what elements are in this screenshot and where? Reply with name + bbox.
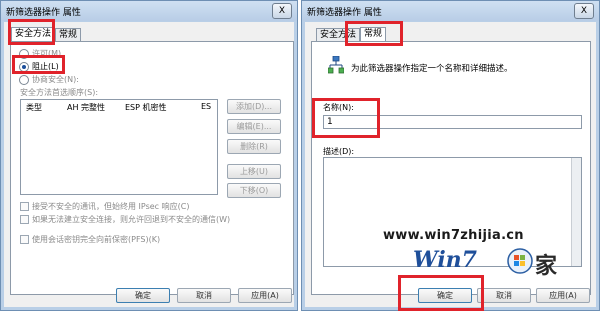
move-up-button[interactable]: 上移(U) [227, 164, 281, 179]
highlight-block-option [12, 55, 65, 74]
highlight-ok-button [398, 275, 484, 311]
fallback-unsecured-checkbox[interactable] [20, 215, 29, 224]
method-list[interactable]: 类型 AH 完整性 ESP 机密性 ES [20, 99, 218, 195]
column-esp-confidentiality: ESP 机密性 [125, 103, 167, 112]
watermark-logo: Win7 [413, 247, 477, 273]
column-esp-integrity: ES [201, 102, 212, 111]
tab-general[interactable]: 常规 [55, 28, 82, 42]
left-title-bar: 新筛选器操作 属性 X [1, 1, 297, 21]
cancel-button-right[interactable]: 取消 [477, 288, 531, 303]
left-close-button[interactable]: X [272, 3, 292, 19]
cancel-button[interactable]: 取消 [177, 288, 231, 303]
edit-button[interactable]: 编辑(E)... [227, 119, 281, 134]
watermark-logo-text: Win7 [413, 247, 477, 273]
column-ah-integrity: AH 完整性 [67, 103, 106, 112]
watermark-logo-suffix: 家 [535, 253, 558, 279]
ok-button[interactable]: 确定 [116, 288, 170, 303]
windows-flag-icon [507, 248, 533, 274]
watermark-url: www.win7zhijia.cn [383, 228, 524, 243]
left-dialog-title: 新筛选器操作 属性 [6, 8, 81, 18]
highlight-name-field [312, 98, 380, 138]
description-scrollbar[interactable] [571, 158, 581, 266]
accept-unsecured-checkbox[interactable] [20, 202, 29, 211]
right-dialog-title: 新筛选器操作 属性 [307, 8, 382, 18]
general-description-text: 为此筛选器操作指定一个名称和详细描述。 [351, 64, 513, 74]
fallback-unsecured-label: 如果无法建立安全连接，则允许回退到不安全的通信(W) [32, 215, 231, 224]
left-dialog: 新筛选器操作 属性 X 安全方法 常规 许可(M) 阻止(L) 协商安全(N):… [0, 0, 298, 311]
radio-negotiate-label: 协商安全(N): [32, 75, 79, 84]
highlight-security-tab [8, 19, 55, 45]
move-down-button[interactable]: 下移(O) [227, 183, 281, 198]
apply-button[interactable]: 应用(A) [238, 288, 292, 303]
network-icon [327, 55, 345, 74]
right-title-bar: 新筛选器操作 属性 X [302, 1, 599, 21]
pfs-label: 使用会话密钥完全向前保密(PFS)(K) [32, 235, 161, 244]
method-list-label: 安全方法首选顺序(S): [20, 88, 99, 97]
highlight-general-tab [345, 21, 403, 46]
apply-button-right[interactable]: 应用(A) [536, 288, 590, 303]
add-button[interactable]: 添加(D)... [227, 99, 281, 114]
right-close-button[interactable]: X [574, 3, 594, 19]
radio-negotiate[interactable] [19, 75, 29, 85]
description-label: 描述(D): [323, 147, 355, 156]
remove-button[interactable]: 删除(R) [227, 139, 281, 154]
pfs-checkbox[interactable] [20, 235, 29, 244]
accept-unsecured-label: 接受不安全的通讯，但始终用 IPsec 响应(C) [32, 202, 190, 211]
column-type: 类型 [26, 103, 42, 112]
